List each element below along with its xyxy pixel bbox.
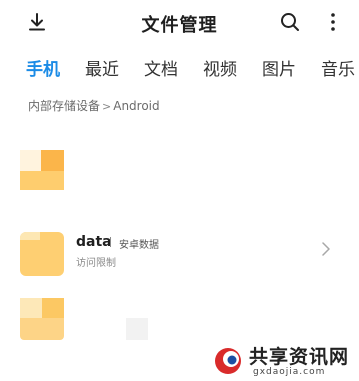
breadcrumb-root[interactable]: 内部存储设备	[28, 99, 100, 113]
folder-icon[interactable]	[20, 232, 64, 276]
page-title: 文件管理	[141, 15, 218, 36]
chevron-right-icon[interactable]	[321, 241, 331, 257]
tab-phone[interactable]: 手机	[26, 55, 60, 80]
watermark-logo-icon	[215, 348, 241, 374]
search-icon[interactable]	[279, 11, 301, 33]
folder-icon[interactable]	[20, 150, 64, 190]
divider	[110, 237, 111, 247]
watermark-domain: gxdaojia.com	[253, 367, 326, 377]
more-vertical-icon[interactable]	[325, 11, 341, 33]
tab-recent[interactable]: 最近	[85, 55, 119, 80]
tab-images[interactable]: 图片	[262, 55, 296, 80]
tab-music[interactable]: 音乐	[321, 55, 355, 80]
tab-documents[interactable]: 文档	[144, 55, 178, 80]
breadcrumb-separator: >	[102, 100, 112, 113]
breadcrumb-current: Android	[113, 99, 160, 113]
category-tabs: 手机 最近 文档 视频 图片 音乐	[0, 50, 359, 84]
access-status: 访问限制	[76, 258, 116, 269]
watermark-text: 共享资讯网	[249, 346, 350, 368]
blurred-placeholder	[126, 318, 148, 340]
top-bar: 文件管理	[0, 0, 359, 46]
tab-videos[interactable]: 视频	[203, 55, 237, 80]
breadcrumb: 内部存储设备 > Android	[28, 97, 160, 115]
folder-icon[interactable]	[20, 298, 64, 340]
folder-description: 安卓数据	[119, 240, 159, 251]
watermark: 共享资讯网 gxdaojia.com	[212, 342, 358, 381]
folder-name[interactable]: data	[76, 234, 112, 250]
